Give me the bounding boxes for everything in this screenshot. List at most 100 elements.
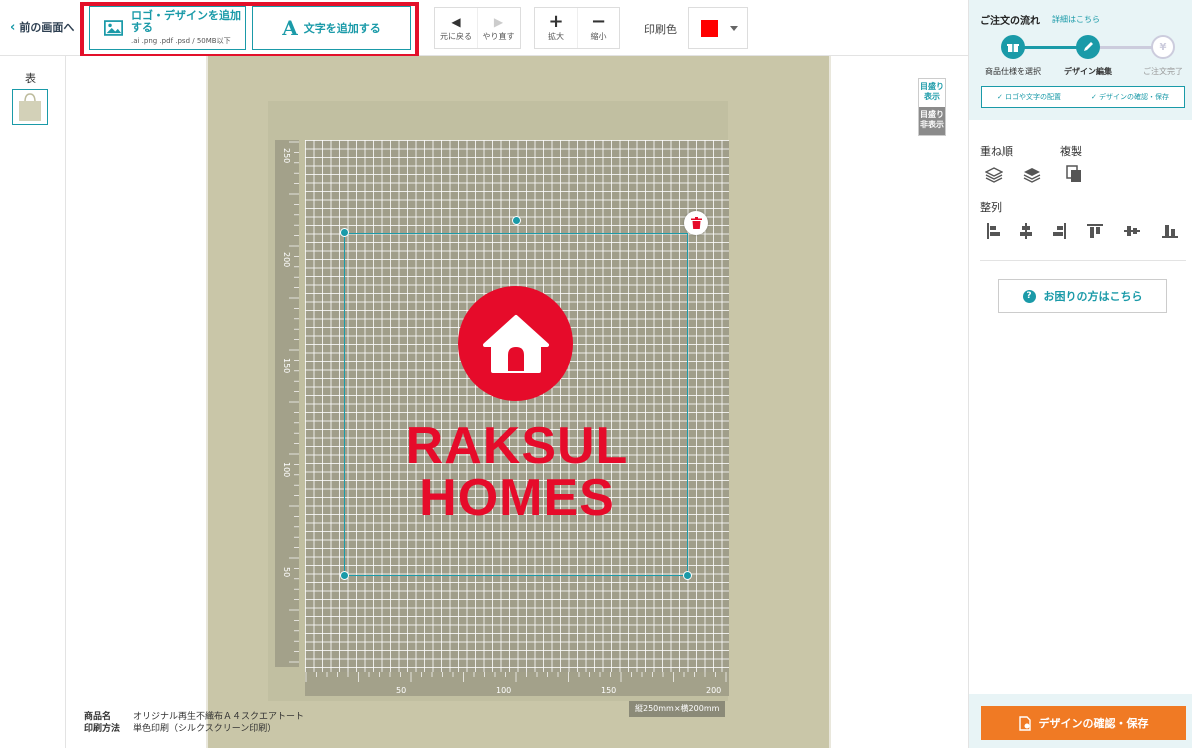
layers-up-icon — [985, 167, 1003, 183]
align-label: 整列 — [980, 201, 1002, 214]
sub-step-2-label: デザインの確認・保存 — [1099, 93, 1170, 101]
undo-button[interactable]: ◀ 元に戻る — [435, 8, 477, 48]
redo-label: やり直す — [482, 31, 515, 41]
align-center-icon — [1020, 223, 1032, 239]
flow-title: ご注文の流れ — [980, 16, 1040, 27]
back-button[interactable]: ‹ 前の画面へ — [10, 19, 74, 35]
brand-line-2: HOMES — [419, 469, 615, 527]
duplicate-label: 複製 — [1060, 145, 1082, 158]
align-middle-icon — [1124, 226, 1140, 236]
layers-down-icon — [1023, 168, 1041, 183]
help-button[interactable]: ? お困りの方はこちら — [998, 279, 1167, 313]
delete-button[interactable] — [684, 211, 708, 235]
zoom-out-label: 縮小 — [590, 31, 607, 41]
align-bottom-icon — [1162, 225, 1178, 238]
align-center-button[interactable] — [1015, 220, 1037, 242]
house-icon — [482, 314, 549, 373]
method-key: 印刷方法 — [84, 724, 121, 734]
color-swatch — [701, 19, 718, 37]
zoom-out-button[interactable]: − 縮小 — [577, 8, 619, 48]
chevron-left-icon: ‹ — [10, 19, 16, 35]
resize-handle-top-left[interactable] — [340, 228, 349, 237]
side-panel: 表 — [0, 56, 66, 748]
align-bottom-button[interactable] — [1159, 220, 1181, 242]
panel-footer: デザインの確認・保存 — [969, 694, 1192, 748]
size-label: 縦250mm×横200mm — [629, 701, 726, 717]
trash-icon — [690, 217, 702, 229]
text-a-icon: A — [282, 16, 298, 40]
align-middle-button[interactable] — [1121, 220, 1143, 242]
step-2-dot — [1076, 35, 1100, 59]
flow-detail-link[interactable]: 詳細はこちら — [1052, 14, 1100, 25]
question-icon: ? — [1022, 289, 1036, 303]
ruler-vertical-svg: 250 200 150 100 50 — [282, 141, 299, 663]
zoom-in-label: 拡大 — [548, 31, 564, 41]
duplicate-button[interactable] — [1063, 163, 1085, 185]
align-left-button[interactable] — [983, 220, 1005, 242]
divider — [980, 260, 1186, 261]
ruler-horizontal: 50 100 150 200 — [305, 672, 729, 696]
zoom-group: + 拡大 − 縮小 — [534, 7, 620, 49]
undo-redo-group: ◀ 元に戻る ▶ やり直す — [434, 7, 521, 49]
ruler-vertical: 250 200 150 100 50 — [275, 140, 299, 667]
add-logo-formats: .ai .png .pdf .psd / 50MB以下 — [131, 37, 231, 45]
print-color-select[interactable] — [688, 7, 748, 49]
ruler-horizontal-svg: 50 100 150 200 — [305, 672, 727, 695]
house-logo — [458, 286, 573, 401]
ruler-v-tick: 200 — [282, 252, 291, 267]
confirm-save-button[interactable]: デザインの確認・保存 — [981, 706, 1186, 740]
design-canvas[interactable]: 250 200 150 100 50 50 100 150 200 縦250mm… — [67, 56, 967, 748]
rotate-handle[interactable] — [512, 216, 521, 225]
minus-icon: − — [590, 10, 607, 32]
design-editor: ‹ 前の画面へ ロゴ・デザインを追加する .ai .png .pdf .psd … — [0, 0, 1192, 748]
ruler-h-tick: 100 — [496, 686, 511, 695]
grid-toggle: 目盛り表示 目盛り非表示 — [918, 78, 946, 136]
resize-handle-bottom-right[interactable] — [683, 571, 692, 580]
image-icon — [104, 20, 123, 36]
gift-icon — [1007, 44, 1019, 52]
sub-step-1: ✓ ロゴや文字の配置 — [996, 93, 1062, 101]
product-value: オリジナル再生不織布Ａ４スクエアトート — [133, 712, 305, 722]
tote-bag-icon — [19, 93, 41, 121]
align-left-icon — [987, 223, 1000, 239]
ruler-h-tick: 150 — [601, 686, 616, 695]
add-text-button[interactable]: A 文字を追加する — [252, 6, 411, 50]
ruler-v-tick: 100 — [282, 462, 291, 477]
right-panel: ご注文の流れ 詳細はこちら ¥ 商品仕様を選択 デザイン編集 ご注文完了 ✓ ロ… — [968, 0, 1192, 748]
product-info: 商品名 オリジナル再生不織布Ａ４スクエアトート 印刷方法 単色印刷（シルクスクリ… — [84, 711, 304, 735]
pencil-icon — [1084, 42, 1093, 51]
help-label: お困りの方はこちら — [1043, 290, 1143, 303]
resize-handle-bottom-left[interactable] — [340, 571, 349, 580]
add-text-label: 文字を追加する — [303, 22, 381, 35]
toolbar: ‹ 前の画面へ ロゴ・デザインを追加する .ai .png .pdf .psd … — [0, 0, 968, 58]
yen-icon: ¥ — [1159, 41, 1167, 53]
step-1-dot — [1001, 35, 1025, 59]
undo-label: 元に戻る — [440, 31, 472, 41]
print-color-label: 印刷色 — [644, 23, 677, 36]
side-thumbnail[interactable] — [12, 89, 48, 125]
step-3-dot: ¥ — [1151, 35, 1175, 59]
confirm-save-label: デザインの確認・保存 — [1038, 717, 1149, 730]
copy-icon — [1066, 165, 1081, 182]
step-2-label: デザイン編集 — [1064, 67, 1112, 76]
step-1-label: 商品仕様を選択 — [985, 67, 1041, 76]
align-right-button[interactable] — [1048, 220, 1070, 242]
back-label: 前の画面へ — [19, 21, 75, 34]
add-logo-button[interactable]: ロゴ・デザインを追加する .ai .png .pdf .psd / 50MB以下 — [89, 6, 246, 50]
align-top-icon — [1087, 224, 1103, 238]
add-logo-label: ロゴ・デザインを追加する — [131, 9, 241, 34]
sub-steps: ✓ ロゴや文字の配置 ✓ デザインの確認・保存 — [981, 86, 1185, 108]
ruler-v-tick: 250 — [282, 148, 291, 163]
undo-icon: ◀ — [451, 14, 461, 29]
redo-button[interactable]: ▶ やり直す — [477, 8, 519, 48]
align-top-button[interactable] — [1084, 220, 1106, 242]
grid-hide-button[interactable]: 目盛り非表示 — [919, 107, 945, 135]
product-key: 商品名 — [84, 712, 112, 722]
zoom-in-button[interactable]: + 拡大 — [535, 8, 577, 48]
send-back-button[interactable] — [1021, 164, 1043, 186]
grid-show-button[interactable]: 目盛り表示 — [919, 79, 945, 107]
sub-step-1-label: ロゴや文字の配置 — [1005, 93, 1062, 101]
method-value: 単色印刷（シルクスクリーン印刷） — [133, 724, 277, 734]
ruler-h-tick: 50 — [396, 686, 406, 695]
bring-front-button[interactable] — [983, 164, 1005, 186]
